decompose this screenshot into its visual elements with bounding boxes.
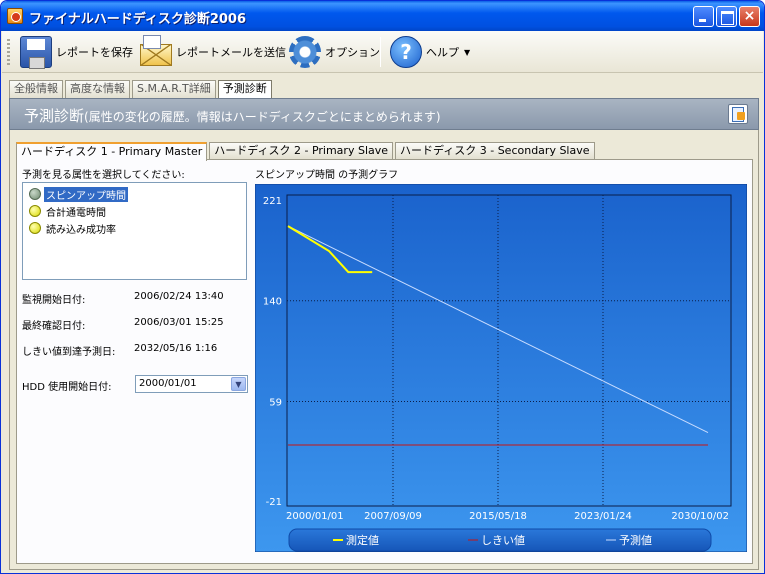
tab-predictive-diagnosis[interactable]: 予測診断 — [217, 80, 272, 99]
maximize-icon — [717, 7, 736, 26]
app-icon — [7, 8, 23, 24]
yellow-circle-icon — [29, 222, 41, 234]
toolbar-grip[interactable] — [7, 39, 10, 65]
help-menu-button[interactable]: ? ヘルプ ▼ — [390, 35, 470, 69]
minimize-icon — [694, 7, 713, 26]
close-icon: × — [743, 8, 756, 24]
save-report-button[interactable]: レポートを保存 — [20, 35, 133, 69]
chart-title: スピンアップ時間 の予測グラフ — [255, 170, 399, 181]
y-tick-label: 59 — [269, 397, 282, 408]
tab-advanced-info[interactable]: 高度な情報 — [65, 80, 130, 98]
chart-background — [255, 184, 747, 552]
list-item[interactable]: 合計通電時間 — [29, 204, 108, 219]
attribute-label: スピンアップ時間 — [44, 186, 128, 202]
tab-disk-1[interactable]: ハードディスク 1 - Primary Master — [16, 142, 208, 161]
list-item[interactable]: 読み込み成功率 — [29, 221, 118, 236]
x-tick-label: 2007/09/09 — [364, 511, 422, 522]
section-header: 予測診断(属性の変化の履歴。情報はハードディスクごとにまとめられます) — [9, 98, 759, 130]
x-tick-label: 2023/01/24 — [574, 511, 632, 522]
threshold-date-label: しきい値到達予測日: — [22, 347, 116, 358]
attribute-list[interactable]: スピンアップ時間 合計通電時間 読み込み成功率 — [22, 182, 247, 280]
options-label: オプション — [325, 46, 380, 59]
window-title: ファイナルハードディスク診断2006 — [29, 12, 247, 27]
send-report-mail-button[interactable]: レポートメールを送信 — [140, 35, 286, 69]
hdd-start-date-picker[interactable]: 2000/01/01 ▼ — [135, 375, 248, 393]
page-subtitle: (属性の変化の履歴。情報はハードディスクごとにまとめられます) — [84, 110, 441, 124]
tab-disk-2[interactable]: ハードディスク 2 - Primary Slave — [209, 142, 394, 159]
y-tick-label: 221 — [263, 196, 282, 207]
question-circle-icon: ? — [390, 36, 422, 68]
legend-label: 測定値 — [346, 533, 379, 547]
toolbar-separator — [380, 37, 381, 67]
last-check-value: 2006/03/01 15:25 — [134, 317, 224, 328]
gray-circle-icon — [29, 188, 41, 200]
x-tick-label: 2000/01/01 — [286, 511, 344, 522]
save-report-label: レポートを保存 — [56, 46, 133, 59]
attribute-label: 読み込み成功率 — [46, 224, 116, 236]
title-bar[interactable]: ファイナルハードディスク診断2006 × — [1, 1, 764, 31]
tab-smart-details[interactable]: S.M.A.R.T詳細 — [132, 80, 216, 98]
close-button[interactable]: × — [739, 6, 760, 27]
disk-tab-strip: ハードディスク 1 - Primary Master ハードディスク 2 - P… — [16, 142, 597, 161]
attribute-label: 合計通電時間 — [46, 207, 106, 219]
prediction-chart: 221 140 59 -21 2000/01/01 2007/09/09 2015/05/… — [255, 184, 747, 552]
tab-general-info[interactable]: 全般情報 — [9, 80, 63, 98]
send-report-mail-label: レポートメールを送信 — [176, 46, 286, 59]
x-tick-label: 2015/05/18 — [469, 511, 527, 522]
chevron-down-icon: ▼ — [464, 47, 471, 57]
tab-disk-3[interactable]: ハードディスク 3 - Secondary Slave — [395, 142, 595, 159]
floppy-disk-icon — [20, 36, 52, 69]
monitor-start-label: 監視開始日付: — [22, 295, 86, 306]
threshold-date-value: 2032/05/16 1:16 — [134, 343, 218, 354]
page-title-text: 予測診断 — [24, 107, 85, 125]
gear-icon — [289, 36, 321, 68]
y-tick-label: 140 — [263, 297, 282, 308]
report-export-icon[interactable] — [728, 104, 748, 124]
options-button[interactable]: オプション — [289, 35, 380, 69]
page-title: 予測診断(属性の変化の履歴。情報はハードディスクごとにまとめられます) — [24, 105, 441, 126]
legend-label: 予測値 — [619, 533, 652, 547]
yellow-circle-icon — [29, 205, 41, 217]
app-window: ファイナルハードディスク診断2006 × レポートを保存 レポートメールを送信 … — [0, 0, 765, 574]
main-tab-strip: 全般情報 高度な情報 S.M.A.R.T詳細 予測診断 — [9, 80, 274, 99]
x-tick-label: 2030/10/02 — [671, 511, 729, 522]
legend-label: しきい値 — [481, 534, 525, 547]
minimize-button[interactable] — [693, 6, 714, 27]
hdd-start-date-label: HDD 使用開始日付: — [22, 382, 112, 393]
monitor-start-value: 2006/02/24 13:40 — [134, 291, 224, 302]
chevron-down-icon[interactable]: ▼ — [231, 377, 246, 391]
hdd-start-date-value: 2000/01/01 — [139, 378, 197, 389]
envelope-icon — [140, 35, 172, 66]
maximize-button[interactable] — [716, 6, 737, 27]
list-item[interactable]: スピンアップ時間 — [29, 186, 128, 202]
attribute-select-label: 予測を見る属性を選択してください: — [22, 170, 185, 181]
y-tick-label: -21 — [266, 497, 282, 508]
last-check-label: 最終確認日付: — [22, 321, 86, 332]
help-label: ヘルプ — [426, 46, 459, 59]
toolbar: レポートを保存 レポートメールを送信 オプション ? ヘルプ ▼ — [2, 31, 763, 73]
